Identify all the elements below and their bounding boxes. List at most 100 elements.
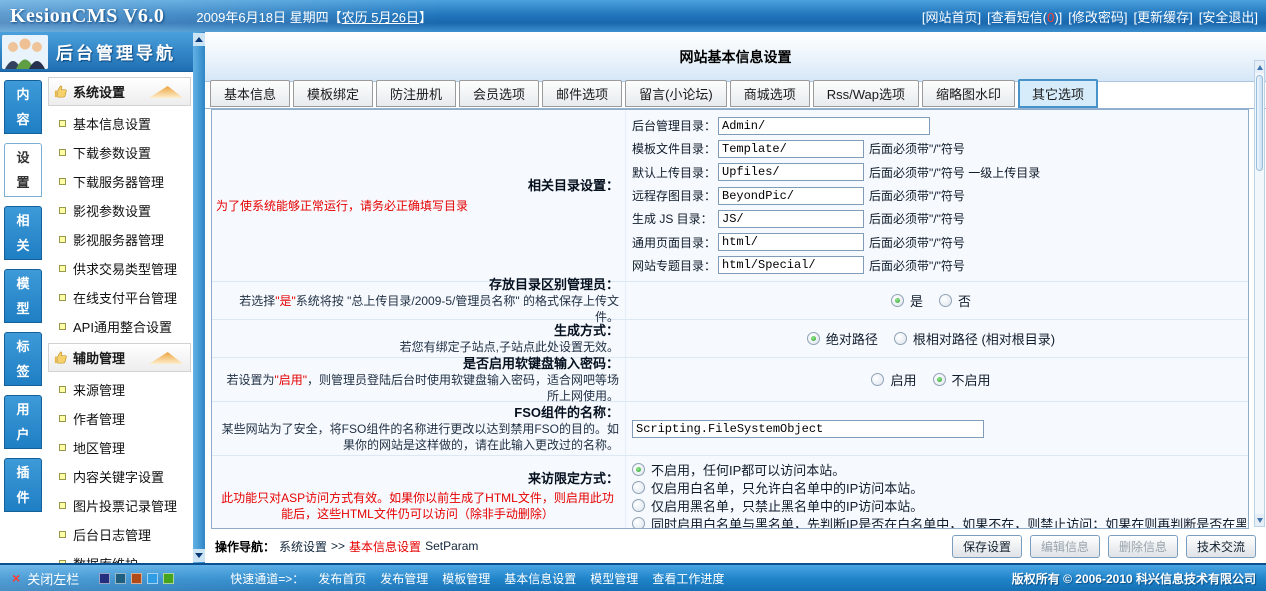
tab-thumbnail-watermark[interactable]: 缩略图水印 [922,80,1015,107]
radio-no[interactable] [939,294,952,307]
lunar-date-link[interactable]: 农历 5月26日 [342,10,419,25]
quick-link-model-manage[interactable]: 模型管理 [590,570,638,587]
menu-item[interactable]: 下载参数设置 [46,138,193,167]
save-settings-button[interactable]: 保存设置 [952,535,1022,558]
theme-swatch[interactable] [115,573,126,584]
scrollbar-thumb[interactable] [1256,75,1263,171]
tab-shop-options[interactable]: 商城选项 [730,80,810,107]
menu-item[interactable]: 基本信息设置 [46,109,193,138]
bullet-icon [59,207,66,214]
menu-item[interactable]: API通用整合设置 [46,312,193,341]
form-row-access-restriction: 来访限定方式： 此功能只对ASP访问方式有效。如果你以前生成了HTML文件，则启… [212,456,1248,529]
tab-template-bind[interactable]: 模板绑定 [293,80,373,107]
html-dir-input[interactable] [718,233,864,251]
sidebar-tab-model[interactable]: 模型 [4,269,42,323]
form-row-generation-mode: 生成方式： 若您有绑定子站点,子站点此处设置无效。 绝对路径 根相对路径 (相对… [212,320,1248,358]
tab-basic-info[interactable]: 基本信息 [210,80,290,107]
sidebar-tab-users[interactable]: 用户 [4,395,42,449]
sidebar-tab-content[interactable]: 内容 [4,80,42,134]
refresh-cache-link[interactable]: [更新缓存] [1134,7,1193,26]
template-dir-input[interactable] [718,140,864,158]
tab-label: 防注册机 [390,87,442,102]
menu-section-auxiliary[interactable]: 辅助管理 [48,343,191,372]
breadcrumb-page[interactable]: 基本信息设置 [349,538,421,555]
menu-item[interactable]: 来源管理 [46,375,193,404]
remote-pic-dir-input[interactable] [718,187,864,205]
special-dir-input[interactable] [718,256,864,274]
sidebar-tab-related[interactable]: 相关 [4,206,42,260]
sidebar-tab-settings[interactable]: 设置 [4,143,42,197]
sms-link-pre: [查看短信( [987,10,1047,25]
menu-item[interactable]: 下载服务器管理 [46,167,193,196]
radio-access-both[interactable] [632,517,645,530]
site-home-link[interactable]: [网站首页] [922,7,981,26]
radio-disable[interactable] [933,373,946,386]
quick-channel: 快速通道=>： 发布首页 发布管理 模板管理 基本信息设置 模型管理 查看工作进… [230,570,724,587]
logout-link[interactable]: [安全退出] [1199,7,1258,26]
copyright-text: 版权所有 © 2006-2010 科兴信息技术有限公司 [1012,570,1256,587]
radio-root-relative-path[interactable] [894,332,907,345]
tab-rss-wap[interactable]: Rss/Wap选项 [813,80,919,107]
radio-label: 仅启用白名单，只允许白名单中的IP访问本站。 [651,478,923,496]
radio-access-none[interactable] [632,463,645,476]
tab-mail-options[interactable]: 邮件选项 [542,80,622,107]
sidebar-tab-plugins[interactable]: 插件 [4,458,42,512]
close-sidebar-button[interactable]: × 关闭左栏 [12,569,79,588]
theme-swatch[interactable] [163,573,174,584]
scroll-up-icon[interactable] [1255,61,1264,73]
main-scrollbar[interactable] [1254,60,1265,527]
scroll-up-icon[interactable] [193,33,205,46]
admin-dir-input[interactable] [718,117,930,135]
theme-swatch[interactable] [131,573,142,584]
menu-item[interactable]: 后台日志管理 [46,520,193,549]
fso-name-input[interactable] [632,420,984,438]
edit-info-button[interactable]: 编辑信息 [1030,535,1100,558]
radio-absolute-path[interactable] [807,332,820,345]
scroll-down-icon[interactable] [193,549,205,562]
menu-item-label: 图片投票记录管理 [73,496,177,515]
delete-info-button[interactable]: 删除信息 [1108,535,1178,558]
scroll-down-icon[interactable] [1255,514,1264,526]
change-password-link[interactable]: [修改密码] [1068,7,1127,26]
sms-link[interactable]: [查看短信(0)] [987,7,1062,26]
dir-field-label: 网站专题目录： [632,257,718,274]
menu-item[interactable]: 图片投票记录管理 [46,491,193,520]
menu-item[interactable]: 作者管理 [46,404,193,433]
menu-item[interactable]: 影视服务器管理 [46,225,193,254]
quick-link-template-manage[interactable]: 模板管理 [442,570,490,587]
access-option-row: 同时启用白名单与黑名单，先判断IP是否在白名单中，如果不在，则禁止访问；如果在则… [632,514,1246,529]
sidebar-scrollbar[interactable] [193,32,205,563]
quick-link-work-progress[interactable]: 查看工作进度 [652,570,724,587]
menu-item[interactable]: 在线支付平台管理 [46,283,193,312]
radio-yes[interactable] [891,294,904,307]
radio-enable[interactable] [871,373,884,386]
radio-access-blacklist[interactable] [632,499,645,512]
radio-label: 同时启用白名单与黑名单，先判断IP是否在白名单中，如果不在，则禁止访问；如果在则… [651,514,1246,529]
quick-channel-label: 快速通道=>： [230,570,304,587]
quick-link-publish-manage[interactable]: 发布管理 [380,570,428,587]
sidebar-header: 后台管理导航 [0,32,193,72]
breadcrumb: 操作导航： 系统设置 >> 基本信息设置 SetParam [215,538,478,555]
theme-swatch[interactable] [147,573,158,584]
tab-message-board[interactable]: 留言(小论坛) [625,80,727,107]
upload-dir-input[interactable] [718,163,864,181]
breadcrumb-section[interactable]: 系统设置 [279,538,327,555]
menu-item[interactable]: 内容关键字设置 [46,462,193,491]
menu-item[interactable]: 地区管理 [46,433,193,462]
theme-swatch[interactable] [99,573,110,584]
menu-section-system-settings[interactable]: 系统设置 [48,77,191,106]
menu-item[interactable]: 影视参数设置 [46,196,193,225]
js-dir-input[interactable] [718,210,864,228]
quick-link-publish-home[interactable]: 发布首页 [318,570,366,587]
generation-mode-options: 绝对路径 根相对路径 (相对根目录) [626,320,1248,357]
menu-item[interactable]: 数据库维护 [46,549,193,563]
radio-access-whitelist[interactable] [632,481,645,494]
quick-link-basic-info[interactable]: 基本信息设置 [504,570,576,587]
sidebar-tab-tags[interactable]: 标签 [4,332,42,386]
tech-support-button[interactable]: 技术交流 [1186,535,1256,558]
menu-item[interactable]: 供求交易类型管理 [46,254,193,283]
tab-other-options[interactable]: 其它选项 [1018,79,1098,108]
date-text: 2009年6月18日 星期四【 [196,10,341,25]
tab-member-options[interactable]: 会员选项 [459,80,539,107]
tab-anti-register[interactable]: 防注册机 [376,80,456,107]
